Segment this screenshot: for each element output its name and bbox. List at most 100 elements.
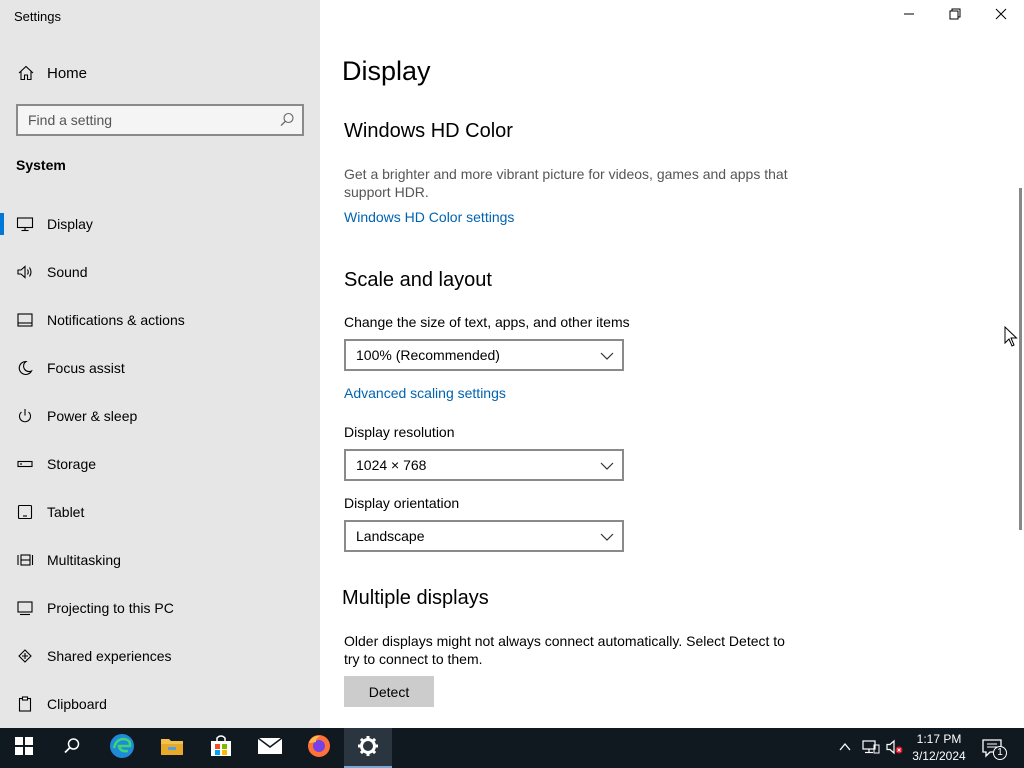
- notification-count-badge: 1: [993, 746, 1007, 760]
- multiple-displays-description: Older displays might not always connect …: [344, 633, 785, 667]
- sidebar-item-multitasking[interactable]: Multitasking: [0, 536, 320, 584]
- scale-dropdown[interactable]: 100% (Recommended): [344, 339, 624, 371]
- search-box[interactable]: [16, 104, 304, 136]
- sidebar-item-label: Sound: [47, 264, 88, 280]
- taskbar-edge[interactable]: [98, 728, 146, 768]
- sidebar-item-label: Tablet: [47, 504, 85, 520]
- sidebar-item-power-sleep[interactable]: Power & sleep: [0, 392, 320, 440]
- scrollbar[interactable]: [1019, 188, 1022, 530]
- clipboard-icon: [15, 694, 35, 714]
- chevron-down-icon: [600, 349, 614, 361]
- hdr-heading: Windows HD Color: [344, 120, 513, 142]
- firefox-icon: [306, 733, 332, 764]
- action-center-button[interactable]: 1: [982, 738, 1007, 763]
- sidebar-item-focus-assist[interactable]: Focus assist: [0, 344, 320, 392]
- scale-heading: Scale and layout: [344, 269, 492, 291]
- storage-icon: [15, 454, 35, 474]
- sidebar-item-shared-experiences[interactable]: Shared experiences: [0, 632, 320, 680]
- network-button[interactable]: [862, 739, 880, 760]
- resolution-label: Display resolution: [344, 424, 455, 440]
- file-explorer-icon: [160, 735, 184, 762]
- volume-button[interactable]: [886, 739, 904, 760]
- close-button[interactable]: [978, 0, 1024, 32]
- taskbar-store[interactable]: [197, 728, 245, 768]
- shared-experiences-icon: [15, 646, 35, 666]
- window-controls: [886, 0, 1024, 32]
- taskbar-firefox[interactable]: [295, 728, 343, 768]
- home-label: Home: [47, 64, 88, 82]
- taskbar: 1:17 PM 3/12/2024 1: [0, 728, 1024, 768]
- sidebar-item-label: Storage: [47, 456, 97, 472]
- home-icon: [16, 63, 36, 83]
- sidebar-nav: Display Sound Notifications & actions Fo…: [0, 200, 320, 728]
- orientation-value: Landscape: [356, 528, 425, 544]
- advanced-scaling-link[interactable]: Advanced scaling settings: [344, 385, 506, 401]
- settings-window: Settings Home System Display: [0, 0, 1024, 728]
- sidebar-item-label: Multitasking: [47, 552, 121, 568]
- orientation-label: Display orientation: [344, 495, 460, 511]
- close-icon: [995, 7, 1007, 25]
- sidebar-item-sound[interactable]: Sound: [0, 248, 320, 296]
- detect-button[interactable]: Detect: [344, 676, 434, 707]
- content-pane: Display Windows HD Color Get a brighter …: [320, 0, 1024, 728]
- taskbar-file-explorer[interactable]: [148, 728, 196, 768]
- chevron-down-icon: [600, 459, 614, 471]
- sidebar-item-tablet[interactable]: Tablet: [0, 488, 320, 536]
- volume-muted-icon: [886, 739, 904, 759]
- settings-icon: [357, 735, 379, 762]
- sidebar-item-notifications[interactable]: Notifications & actions: [0, 296, 320, 344]
- store-icon: [209, 734, 233, 763]
- home-button[interactable]: Home: [0, 58, 320, 88]
- sidebar-item-projecting[interactable]: Projecting to this PC: [0, 584, 320, 632]
- sidebar-item-clipboard[interactable]: Clipboard: [0, 680, 320, 728]
- search-icon: [278, 111, 296, 129]
- hdr-settings-link[interactable]: Windows HD Color settings: [344, 209, 514, 225]
- hdr-description: Get a brighter and more vibrant picture …: [344, 166, 788, 200]
- start-button[interactable]: [0, 728, 48, 768]
- multiple-displays-heading: Multiple displays: [342, 587, 489, 609]
- sidebar-item-label: Clipboard: [47, 696, 107, 712]
- taskbar-search-button[interactable]: [48, 728, 96, 768]
- sidebar-item-storage[interactable]: Storage: [0, 440, 320, 488]
- clock[interactable]: 1:17 PM 3/12/2024: [904, 731, 974, 765]
- resolution-dropdown[interactable]: 1024 × 768: [344, 449, 624, 481]
- sidebar-item-label: Power & sleep: [47, 408, 138, 424]
- chevron-up-icon: [838, 741, 852, 758]
- moon-icon: [15, 358, 35, 378]
- mail-icon: [257, 736, 283, 761]
- sidebar-item-label: Focus assist: [47, 360, 125, 376]
- app-title: Settings: [14, 9, 61, 24]
- start-icon: [15, 736, 33, 760]
- minimize-button[interactable]: [886, 0, 932, 32]
- minimize-icon: [903, 7, 915, 25]
- tablet-icon: [15, 502, 35, 522]
- search-icon: [63, 737, 81, 760]
- resolution-value: 1024 × 768: [356, 457, 427, 473]
- multitasking-icon: [15, 550, 35, 570]
- sidebar: Settings Home System Display: [0, 0, 320, 728]
- restore-button[interactable]: [932, 0, 978, 32]
- orientation-dropdown[interactable]: Landscape: [344, 520, 624, 552]
- network-icon: [862, 740, 880, 759]
- sidebar-item-label: Display: [47, 216, 93, 232]
- page-title: Display: [342, 56, 431, 86]
- sidebar-item-label: Notifications & actions: [47, 312, 185, 328]
- monitor-icon: [15, 214, 35, 234]
- speaker-icon: [15, 262, 35, 282]
- restore-icon: [949, 7, 961, 25]
- search-input[interactable]: [28, 112, 268, 128]
- notification-icon: [15, 310, 35, 330]
- clock-time: 1:17 PM: [916, 732, 962, 746]
- scale-value: 100% (Recommended): [356, 347, 500, 363]
- sidebar-item-display[interactable]: Display: [0, 200, 320, 248]
- edge-icon: [109, 733, 135, 764]
- taskbar-settings[interactable]: [344, 728, 392, 768]
- show-hidden-icons-button[interactable]: [838, 740, 852, 759]
- chevron-down-icon: [600, 530, 614, 542]
- power-icon: [15, 406, 35, 426]
- scale-label: Change the size of text, apps, and other…: [344, 314, 630, 330]
- section-label: System: [16, 157, 66, 173]
- taskbar-mail[interactable]: [246, 728, 294, 768]
- projecting-icon: [15, 598, 35, 618]
- clock-date: 3/12/2024: [912, 749, 966, 763]
